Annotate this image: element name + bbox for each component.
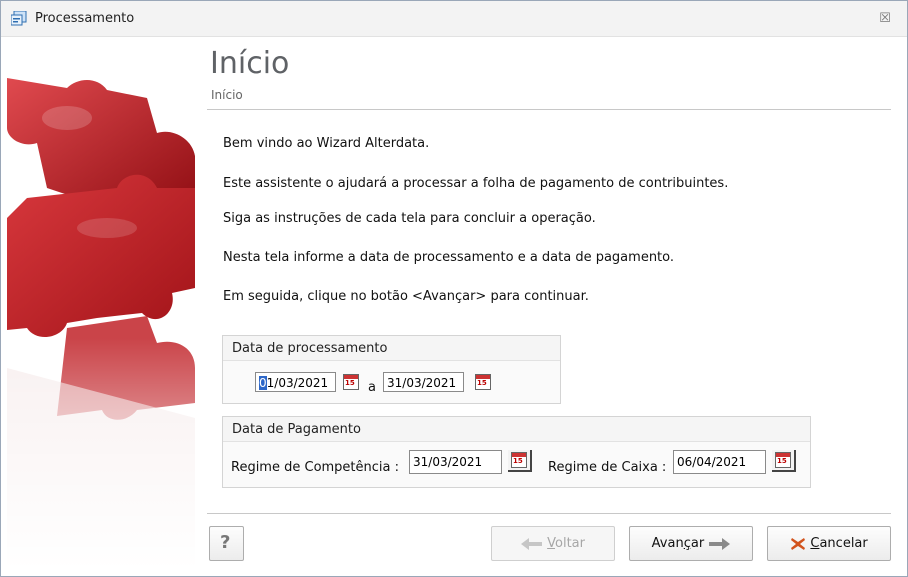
cancel-button[interactable]: Cancelar	[767, 526, 891, 561]
app-icon	[11, 11, 27, 26]
title-bar: Processamento ☒	[1, 1, 907, 37]
intro-text-1: Bem vindo ao Wizard Alterdata.	[223, 136, 430, 151]
header-divider	[207, 109, 891, 110]
competencia-calendar-button[interactable]: 15	[508, 450, 532, 472]
processing-end-date-input[interactable]: 31/03/2021	[383, 372, 464, 392]
calendar-icon-end[interactable]: 15	[475, 374, 491, 390]
calendar-icon: 15	[775, 452, 791, 468]
back-button-label: Voltar	[547, 536, 585, 551]
next-button-label: Avançar	[651, 536, 705, 551]
processing-group-header: Data de processamento	[223, 336, 560, 361]
payment-group-header: Data de Pagamento	[223, 417, 810, 442]
help-button[interactable]: ?	[209, 526, 244, 561]
competencia-date-input[interactable]: 31/03/2021	[409, 450, 502, 474]
processing-date-group: Data de processamento 01/03/2021 15 a 31…	[222, 335, 561, 404]
selected-char: 0	[259, 376, 267, 390]
competencia-label: Regime de Competência :	[231, 460, 400, 475]
page-title: Início	[210, 46, 290, 81]
intro-text-3: Siga as instruções de cada tela para con…	[223, 211, 596, 226]
wizard-window: Processamento ☒ Início Início Bem vindo …	[0, 0, 908, 577]
cancel-x-icon	[791, 537, 806, 550]
close-button[interactable]: ☒	[873, 9, 897, 29]
footer-divider	[207, 513, 891, 514]
back-button[interactable]: Voltar	[491, 526, 615, 561]
date-range-separator: a	[368, 380, 376, 395]
payment-group-title: Data de Pagamento	[232, 422, 361, 437]
processing-start-date-value: 1/03/2021	[266, 376, 329, 390]
payment-date-group: Data de Pagamento Regime de Competência …	[222, 416, 811, 488]
cancel-button-label: Cancelar	[810, 536, 868, 551]
page-subtitle: Início	[211, 88, 243, 102]
processing-start-date-input[interactable]: 01/03/2021	[255, 372, 336, 392]
caixa-calendar-button[interactable]: 15	[772, 450, 796, 472]
close-icon: ☒	[879, 11, 891, 26]
caixa-date-input[interactable]: 06/04/2021	[673, 450, 766, 474]
caixa-label: Regime de Caixa :	[548, 460, 667, 475]
intro-text-2: Este assistente o ajudará a processar a …	[223, 176, 729, 191]
window-title: Processamento	[35, 11, 135, 26]
calendar-icon: 15	[511, 452, 527, 468]
arrow-right-icon	[709, 537, 731, 550]
processing-group-title: Data de processamento	[232, 341, 388, 356]
intro-text-5: Em seguida, clique no botão <Avançar> pa…	[223, 289, 589, 304]
puzzle-illustration	[7, 78, 195, 570]
intro-text-4: Nesta tela informe a data de processamen…	[223, 250, 675, 265]
side-banner-image	[7, 38, 195, 570]
arrow-left-icon	[520, 537, 542, 550]
help-icon: ?	[220, 532, 231, 553]
next-button[interactable]: Avançar	[629, 526, 753, 561]
calendar-icon-start[interactable]: 15	[343, 374, 359, 390]
